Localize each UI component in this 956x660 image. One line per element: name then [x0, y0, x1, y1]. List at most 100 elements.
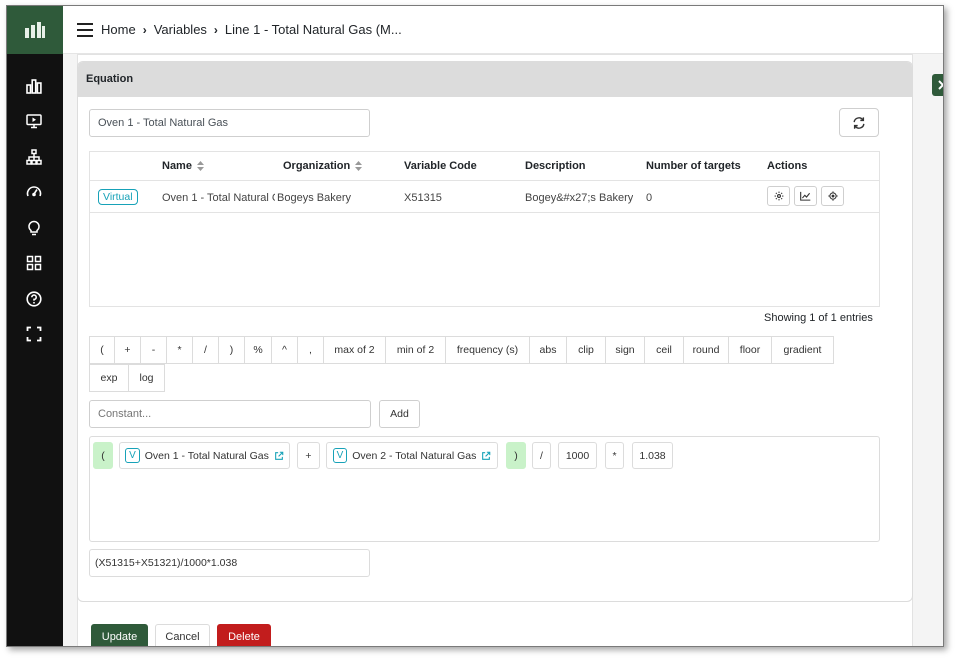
refresh-button[interactable]: [839, 108, 879, 137]
token-variable-label: Oven 1 - Total Natural Gas: [144, 449, 269, 462]
app-logo[interactable]: [7, 6, 63, 54]
sidebar-item-monitor[interactable]: [24, 111, 44, 131]
expand-panel-button[interactable]: [932, 74, 943, 96]
monitor-play-icon: [26, 114, 42, 129]
speedometer-icon: [26, 186, 42, 197]
settings-button[interactable]: [767, 186, 790, 206]
menu-icon[interactable]: [77, 23, 93, 37]
token-divide[interactable]: /: [532, 442, 551, 469]
operator-toolbar: (+ - * /)% ^, max of 2 min of 2 frequency (s) ab…: [89, 336, 834, 364]
operator-button[interactable]: round: [683, 336, 729, 364]
column-description: Description: [525, 160, 586, 172]
sidebar-item-insights[interactable]: [24, 218, 44, 238]
table-header: Name Organization Variable Code Descript…: [90, 152, 879, 181]
top-bar: Home › Variables › Line 1 - Total Natura…: [63, 6, 943, 54]
formula-display: (X51315+X51321)/1000*1.038: [89, 549, 370, 577]
operator-button[interactable]: abs: [529, 336, 567, 364]
card-title: Equation: [78, 62, 912, 97]
equation-builder[interactable]: ( V Oven 1 - Total Natural Gas + V Oven …: [89, 436, 880, 542]
table-info: Showing 1 of 1 entries: [764, 312, 873, 324]
operator-button[interactable]: sign: [605, 336, 645, 364]
sidebar-item-hierarchy[interactable]: [24, 147, 44, 167]
app-window: Home › Variables › Line 1 - Total Natura…: [6, 5, 944, 647]
operator-button[interactable]: ,: [297, 336, 324, 364]
operator-button[interactable]: (: [89, 336, 115, 364]
hierarchy-icon: [26, 149, 42, 165]
add-constant-button[interactable]: Add: [379, 400, 420, 428]
bar-chart-icon: [26, 79, 42, 94]
column-targets: Number of targets: [646, 160, 741, 172]
token-open-paren[interactable]: (: [93, 442, 113, 469]
sidebar: [7, 6, 63, 646]
operator-button[interactable]: /: [192, 336, 219, 364]
sort-icon: [355, 161, 363, 171]
sidebar-item-performance[interactable]: [24, 182, 44, 202]
chevron-right-icon: ›: [142, 22, 147, 37]
sidebar-item-help[interactable]: [24, 289, 44, 309]
bar-chart-logo-icon: [25, 22, 45, 38]
main-content: Equation Name Organization: [63, 54, 943, 646]
sidebar-item-apps[interactable]: [24, 253, 44, 273]
chevron-right-icon: ›: [213, 22, 218, 37]
token-close-paren[interactable]: ): [506, 442, 526, 469]
variable-badge: V: [332, 448, 348, 463]
chart-button[interactable]: [794, 186, 817, 206]
constant-input[interactable]: [89, 400, 371, 428]
refresh-icon: [853, 116, 865, 129]
column-variable-code: Variable Code: [404, 160, 477, 172]
target-button[interactable]: [821, 186, 844, 206]
column-organization[interactable]: Organization: [283, 160, 363, 172]
operator-button[interactable]: gradient: [771, 336, 834, 364]
token-constant-1000[interactable]: 1000: [558, 442, 597, 469]
variables-table: Name Organization Variable Code Descript…: [89, 151, 880, 307]
variable-search-input[interactable]: [89, 109, 370, 137]
column-actions: Actions: [767, 160, 808, 172]
gear-icon: [774, 191, 783, 201]
cell-organization: Bogeys Bakery: [277, 192, 351, 204]
operator-button[interactable]: min of 2: [385, 336, 446, 364]
cancel-button[interactable]: Cancel: [155, 624, 210, 646]
sidebar-item-fullscreen[interactable]: [24, 324, 44, 344]
breadcrumb-current: Line 1 - Total Natural Gas (M...: [224, 22, 402, 37]
virtual-badge: Virtual: [98, 189, 138, 205]
operator-button[interactable]: -: [140, 336, 167, 364]
equation-card: Equation Name Organization: [77, 61, 913, 602]
delete-button[interactable]: Delete: [217, 624, 271, 646]
update-button[interactable]: Update: [91, 624, 148, 646]
token-plus[interactable]: +: [297, 442, 320, 469]
token-constant-1-038[interactable]: 1.038: [632, 442, 673, 469]
help-icon: [26, 291, 42, 307]
column-name[interactable]: Name: [162, 160, 204, 172]
operator-button[interactable]: log: [128, 364, 165, 392]
external-link-icon[interactable]: [481, 451, 491, 461]
target-icon: [827, 191, 838, 201]
operator-button[interactable]: %: [244, 336, 272, 364]
token-variable-oven-2[interactable]: V Oven 2 - Total Natural Gas: [326, 442, 498, 469]
operator-button[interactable]: frequency (s): [445, 336, 530, 364]
token-variable-oven-1[interactable]: V Oven 1 - Total Natural Gas: [119, 442, 290, 469]
operator-button[interactable]: ceil: [644, 336, 684, 364]
operator-button[interactable]: clip: [566, 336, 606, 364]
cell-variable-code: X51315: [404, 192, 442, 204]
operator-button[interactable]: ^: [271, 336, 298, 364]
breadcrumb-home[interactable]: Home: [101, 22, 136, 37]
grid-icon: [26, 255, 42, 271]
breadcrumb-variables[interactable]: Variables: [154, 22, 207, 37]
line-chart-icon: [800, 191, 811, 201]
table-row: Virtual Oven 1 - Total Natural G Bogeys …: [90, 181, 879, 213]
operator-toolbar-row-2: exp log: [89, 364, 165, 392]
sort-icon: [196, 161, 204, 171]
token-variable-label: Oven 2 - Total Natural Gas: [352, 449, 477, 462]
variable-badge: V: [125, 448, 140, 463]
cell-description: Bogey&#x27;s Bakery: [525, 192, 634, 204]
sidebar-item-dashboard[interactable]: [24, 76, 44, 96]
fullscreen-icon: [26, 326, 42, 342]
operator-button[interactable]: exp: [89, 364, 129, 392]
operator-button[interactable]: +: [114, 336, 141, 364]
token-multiply[interactable]: *: [605, 442, 624, 469]
operator-button[interactable]: max of 2: [323, 336, 386, 364]
operator-button[interactable]: floor: [728, 336, 772, 364]
operator-button[interactable]: *: [166, 336, 193, 364]
operator-button[interactable]: ): [218, 336, 245, 364]
external-link-icon[interactable]: [274, 451, 284, 461]
